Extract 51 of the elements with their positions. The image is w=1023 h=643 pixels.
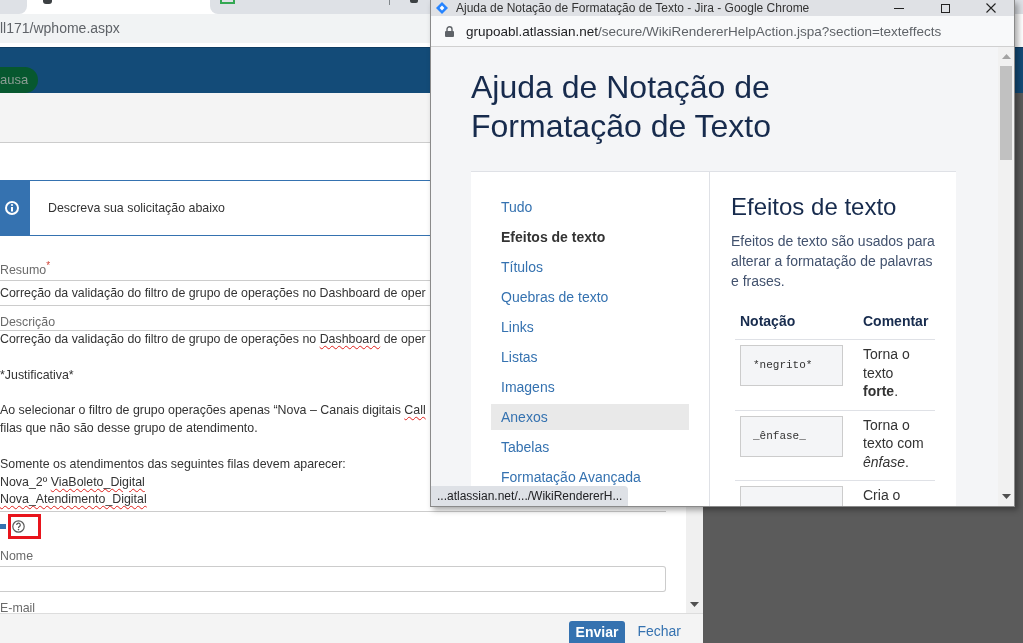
submit-button[interactable]: Enviar xyxy=(568,621,626,643)
description-text: Cria o xyxy=(862,486,902,505)
favicon-icon xyxy=(220,0,235,4)
favicon-icon xyxy=(410,0,418,3)
code-sample: _ênfase_ xyxy=(740,415,843,457)
minimize-icon xyxy=(894,7,904,9)
link-preview-bubble: ...atlassian.net/.../WikiRendererH... xyxy=(431,486,629,506)
text-line: Ao selecionar o filtro de grupo operações apenas “Nova – Canais digitais Call xyxy=(0,402,426,420)
close-icon xyxy=(986,3,996,13)
field-label: E-mail xyxy=(0,600,36,613)
status-badge: ausa xyxy=(0,67,39,93)
field-label: Nome xyxy=(0,548,34,565)
column-header: Notação xyxy=(739,312,797,331)
help-icon[interactable] xyxy=(12,519,25,533)
nav-link[interactable]: Tabelas xyxy=(491,434,689,460)
maximize-icon xyxy=(940,3,950,13)
text-line: Nova_2º ViaBoleto_Digital xyxy=(0,473,145,491)
window-title: Ajuda de Notação de Formatação de Texto - Jira - Google Chrome xyxy=(456,0,810,16)
nav-link[interactable]: Listas xyxy=(491,344,689,370)
info-icon xyxy=(5,201,19,215)
page-title: Ajuda de Notação de Formatação de Texto xyxy=(471,68,772,146)
scrollbar-thumb[interactable] xyxy=(1000,66,1012,160)
field-label: Descrição xyxy=(0,315,56,331)
description-text: Torna o texto com ênfase. xyxy=(862,415,925,472)
scroll-down-arrow-icon[interactable] xyxy=(690,602,699,607)
nav-link[interactable]: Links xyxy=(491,314,689,340)
field-label: Resumo$^{*}$ xyxy=(0,259,51,279)
text-line: Somente os atendimentos das seguintes filas devem aparecer: xyxy=(0,455,346,473)
section-title: Efeitos de texto xyxy=(731,193,898,221)
favicon-icon xyxy=(43,0,52,4)
section-intro: Efeitos de texto são usados para alterar a formatação de palavras e frases. xyxy=(731,232,936,291)
close-link[interactable]: Fechar xyxy=(637,623,681,643)
text-line: Nova_Atendimento_Digital xyxy=(0,491,147,509)
address-bar[interactable]: grupoabl.atlassian.net/secure/WikiRendererHelpAction.jspa?section=texteffects xyxy=(431,16,1014,47)
toolbar-button[interactable] xyxy=(0,523,6,529)
nav-link[interactable]: Anexos xyxy=(491,404,689,430)
nav-link[interactable]: Imagens xyxy=(491,374,689,400)
text-line: Correção da validação do filtro de grupo de operações no Dashboard de oper xyxy=(0,331,426,349)
text-line: *Justificativa* xyxy=(0,366,74,384)
description-text: Torna o texto forte. xyxy=(862,345,911,401)
lock-icon xyxy=(445,25,454,37)
column-header: Comentar xyxy=(862,312,930,331)
text-line: filas que não são desse grupo de atendimento. xyxy=(0,420,258,438)
scroll-down-arrow-icon[interactable] xyxy=(1001,494,1011,499)
info-message: Descreva sua solicitação abaixo xyxy=(48,201,225,215)
nav-link[interactable]: Tudo xyxy=(491,194,689,220)
code-sample: *negrito* xyxy=(740,345,843,386)
name-input[interactable] xyxy=(0,566,666,593)
diamond-logo-icon xyxy=(436,2,448,14)
nav-link[interactable]: Títulos xyxy=(491,254,689,280)
nav-link[interactable]: Efeitos de texto xyxy=(491,224,689,250)
